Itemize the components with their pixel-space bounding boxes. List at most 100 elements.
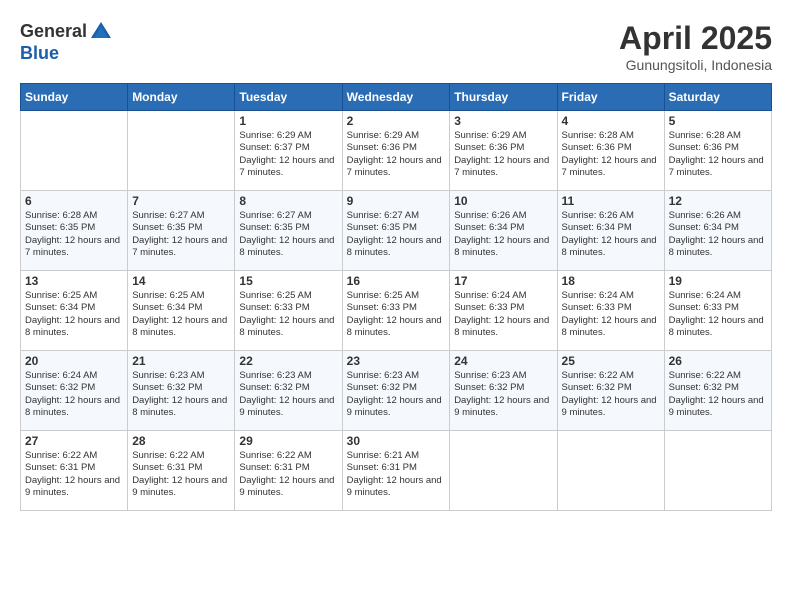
day-info: Sunrise: 6:26 AM Sunset: 6:34 PM Dayligh… [562,210,660,259]
day-number: 19 [669,274,767,288]
day-info: Sunrise: 6:25 AM Sunset: 6:34 PM Dayligh… [132,290,230,339]
calendar-cell: 15Sunrise: 6:25 AM Sunset: 6:33 PM Dayli… [235,271,342,351]
calendar-cell: 26 Sunrise: 6:22 AM Sunset: 6:32 PM Dayli… [664,351,771,431]
day-number: 24 [454,354,552,368]
calendar-cell: 21 Sunrise: 6:23 AM Sunset: 6:32 PM Dayli… [128,351,235,431]
day-number: 18 [562,274,660,288]
day-number: 17 [454,274,552,288]
day-info: Sunrise: 6:25 AM Sunset: 6:33 PM Dayligh… [347,290,446,339]
week-row-2: 6Sunrise: 6:28 AM Sunset: 6:35 PM Daylig… [21,191,772,271]
day-info: Sunrise: 6:29 AM Sunset: 6:37 PM Dayligh… [239,130,337,179]
day-number: 4 [562,114,660,128]
day-header-monday: Monday [128,84,235,111]
day-number: 29 [239,434,337,448]
calendar-cell: 4 Sunrise: 6:28 AM Sunset: 6:36 PM Daylig… [557,111,664,191]
day-info: Sunrise: 6:27 AM Sunset: 6:35 PM Dayligh… [239,210,337,259]
day-number: 30 [347,434,446,448]
calendar-cell: 24 Sunrise: 6:23 AM Sunset: 6:32 PM Dayli… [450,351,557,431]
day-header-tuesday: Tuesday [235,84,342,111]
day-number: 11 [562,194,660,208]
day-number: 16 [347,274,446,288]
calendar-cell: 18 Sunrise: 6:24 AM Sunset: 6:33 PM Dayli… [557,271,664,351]
calendar-cell: 22 Sunrise: 6:23 AM Sunset: 6:32 PM Dayli… [235,351,342,431]
month-title: April 2025 [619,20,772,57]
day-number: 21 [132,354,230,368]
day-info: Sunrise: 6:24 AM Sunset: 6:33 PM Dayligh… [669,290,767,339]
day-info: Sunrise: 6:29 AM Sunset: 6:36 PM Dayligh… [454,130,552,179]
day-number: 25 [562,354,660,368]
calendar-cell: 28Sunrise: 6:22 AM Sunset: 6:31 PM Dayli… [128,431,235,511]
day-header-saturday: Saturday [664,84,771,111]
day-info: Sunrise: 6:28 AM Sunset: 6:36 PM Dayligh… [562,130,660,179]
day-number: 20 [25,354,123,368]
calendar-cell: 2 Sunrise: 6:29 AM Sunset: 6:36 PM Daylig… [342,111,450,191]
day-header-wednesday: Wednesday [342,84,450,111]
day-info: Sunrise: 6:28 AM Sunset: 6:35 PM Dayligh… [25,210,123,259]
calendar-table: SundayMondayTuesdayWednesdayThursdayFrid… [20,83,772,511]
day-info: Sunrise: 6:27 AM Sunset: 6:35 PM Dayligh… [132,210,230,259]
day-info: Sunrise: 6:23 AM Sunset: 6:32 PM Dayligh… [239,370,337,419]
calendar-cell: 8 Sunrise: 6:27 AM Sunset: 6:35 PM Daylig… [235,191,342,271]
title-block: April 2025 Gunungsitoli, Indonesia [619,20,772,73]
calendar-cell: 6Sunrise: 6:28 AM Sunset: 6:35 PM Daylig… [21,191,128,271]
calendar-cell: 19 Sunrise: 6:24 AM Sunset: 6:33 PM Dayli… [664,271,771,351]
day-number: 27 [25,434,123,448]
calendar-cell [128,111,235,191]
day-info: Sunrise: 6:23 AM Sunset: 6:32 PM Dayligh… [454,370,552,419]
location-text: Gunungsitoli, Indonesia [619,57,772,73]
calendar-cell: 1 Sunrise: 6:29 AM Sunset: 6:37 PM Daylig… [235,111,342,191]
day-number: 8 [239,194,337,208]
day-number: 13 [25,274,123,288]
day-info: Sunrise: 6:26 AM Sunset: 6:34 PM Dayligh… [669,210,767,259]
calendar-body: 1 Sunrise: 6:29 AM Sunset: 6:37 PM Daylig… [21,111,772,511]
week-row-3: 13 Sunrise: 6:25 AM Sunset: 6:34 PM Dayli… [21,271,772,351]
logo: General Blue [20,20,113,64]
day-header-sunday: Sunday [21,84,128,111]
calendar-header-row: SundayMondayTuesdayWednesdayThursdayFrid… [21,84,772,111]
logo-general-text: General [20,22,87,42]
calendar-cell: 13 Sunrise: 6:25 AM Sunset: 6:34 PM Dayli… [21,271,128,351]
day-info: Sunrise: 6:22 AM Sunset: 6:32 PM Dayligh… [562,370,660,419]
calendar-cell: 5Sunrise: 6:28 AM Sunset: 6:36 PM Daylig… [664,111,771,191]
calendar-cell [557,431,664,511]
day-number: 5 [669,114,767,128]
day-number: 26 [669,354,767,368]
day-number: 22 [239,354,337,368]
calendar-cell: 17Sunrise: 6:24 AM Sunset: 6:33 PM Dayli… [450,271,557,351]
calendar-cell: 20 Sunrise: 6:24 AM Sunset: 6:32 PM Dayli… [21,351,128,431]
page-header: General Blue April 2025 Gunungsitoli, In… [20,20,772,73]
logo-blue-text: Blue [20,44,113,64]
day-info: Sunrise: 6:24 AM Sunset: 6:32 PM Dayligh… [25,370,123,419]
calendar-cell [21,111,128,191]
day-info: Sunrise: 6:22 AM Sunset: 6:31 PM Dayligh… [239,450,337,499]
calendar-cell: 25 Sunrise: 6:22 AM Sunset: 6:32 PM Dayli… [557,351,664,431]
day-number: 3 [454,114,552,128]
day-info: Sunrise: 6:22 AM Sunset: 6:32 PM Dayligh… [669,370,767,419]
day-number: 12 [669,194,767,208]
day-number: 23 [347,354,446,368]
calendar-cell: 11 Sunrise: 6:26 AM Sunset: 6:34 PM Dayli… [557,191,664,271]
week-row-4: 20 Sunrise: 6:24 AM Sunset: 6:32 PM Dayli… [21,351,772,431]
day-info: Sunrise: 6:29 AM Sunset: 6:36 PM Dayligh… [347,130,446,179]
day-number: 7 [132,194,230,208]
calendar-cell: 9Sunrise: 6:27 AM Sunset: 6:35 PM Daylig… [342,191,450,271]
day-number: 2 [347,114,446,128]
calendar-cell: 10Sunrise: 6:26 AM Sunset: 6:34 PM Dayli… [450,191,557,271]
day-info: Sunrise: 6:23 AM Sunset: 6:32 PM Dayligh… [132,370,230,419]
day-number: 1 [239,114,337,128]
day-info: Sunrise: 6:24 AM Sunset: 6:33 PM Dayligh… [562,290,660,339]
calendar-cell: 3 Sunrise: 6:29 AM Sunset: 6:36 PM Daylig… [450,111,557,191]
calendar-cell [664,431,771,511]
day-info: Sunrise: 6:25 AM Sunset: 6:34 PM Dayligh… [25,290,123,339]
calendar-cell: 27Sunrise: 6:22 AM Sunset: 6:31 PM Dayli… [21,431,128,511]
calendar-cell: 7 Sunrise: 6:27 AM Sunset: 6:35 PM Daylig… [128,191,235,271]
day-number: 14 [132,274,230,288]
day-info: Sunrise: 6:21 AM Sunset: 6:31 PM Dayligh… [347,450,446,499]
calendar-cell: 29 Sunrise: 6:22 AM Sunset: 6:31 PM Dayli… [235,431,342,511]
day-info: Sunrise: 6:26 AM Sunset: 6:34 PM Dayligh… [454,210,552,259]
week-row-1: 1 Sunrise: 6:29 AM Sunset: 6:37 PM Daylig… [21,111,772,191]
calendar-cell: 16 Sunrise: 6:25 AM Sunset: 6:33 PM Dayli… [342,271,450,351]
day-number: 15 [239,274,337,288]
calendar-cell [450,431,557,511]
calendar-cell: 23Sunrise: 6:23 AM Sunset: 6:32 PM Dayli… [342,351,450,431]
